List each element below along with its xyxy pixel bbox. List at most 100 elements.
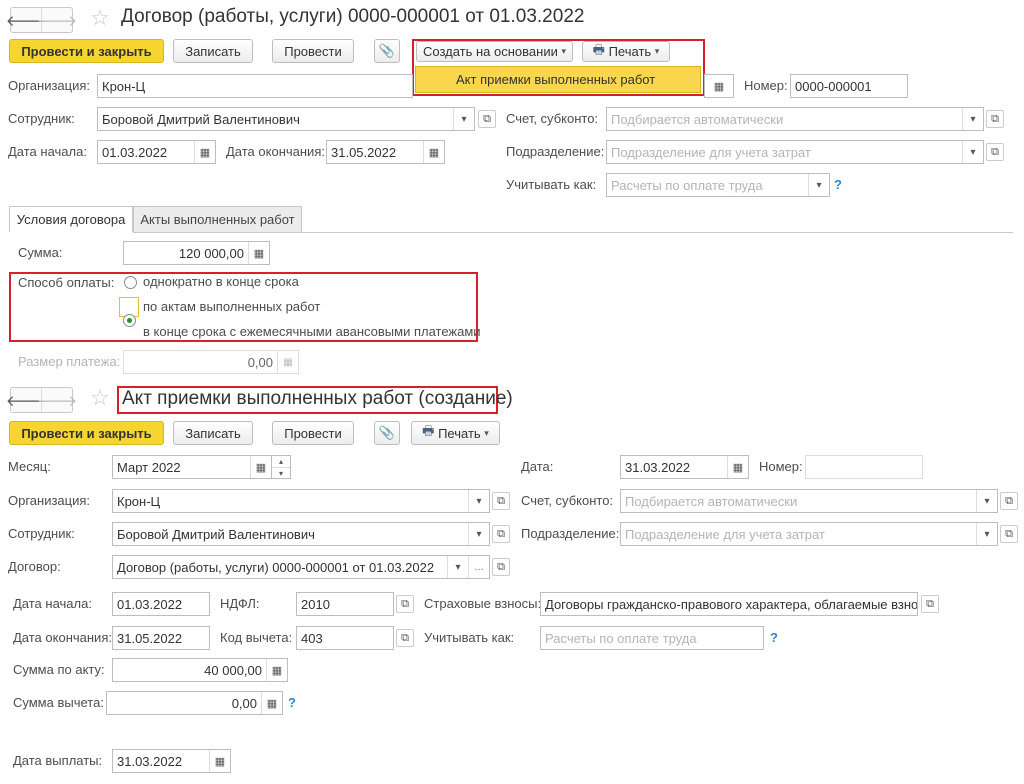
step-down-icon[interactable]: ▾ <box>272 467 290 479</box>
open-icon[interactable]: ⧉ <box>492 525 510 543</box>
step-up-icon[interactable]: ▴ <box>279 456 283 467</box>
open-icon[interactable]: ⧉ <box>921 595 939 613</box>
open-icon[interactable]: ⧉ <box>478 110 496 128</box>
end-date-field[interactable]: 31.05.2022 ▦ <box>326 140 445 164</box>
deduction-sum-value: 0,00 <box>231 695 257 711</box>
start-date-field[interactable]: 01.03.2022 <box>112 592 210 616</box>
chevron-down-icon[interactable]: ▾ <box>447 556 468 578</box>
post-button[interactable]: Провести <box>272 421 354 445</box>
save-button[interactable]: Записать <box>173 39 253 63</box>
print-button[interactable]: 🖶 Печать ▾ <box>411 421 500 445</box>
insurance-field[interactable]: Договоры гражданско-правового характера,… <box>540 592 918 616</box>
org-label: Организация: <box>8 493 91 508</box>
open-icon[interactable]: ⧉ <box>986 143 1004 161</box>
number-field[interactable]: 0000-000001 <box>790 74 908 98</box>
forward-arrow-icon[interactable]: 🡒 <box>37 8 77 32</box>
favorite-star-icon[interactable]: ☆ <box>90 6 110 30</box>
org-field[interactable]: Крон-Ц <box>97 74 413 98</box>
chevron-down-icon[interactable]: ▾ <box>468 490 489 512</box>
number-field[interactable] <box>805 455 923 479</box>
chevron-down-icon[interactable]: ▾ <box>962 141 983 163</box>
chevron-down-icon: ▾ <box>654 46 660 56</box>
chevron-down-icon[interactable]: ▾ <box>468 523 489 545</box>
help-icon[interactable]: ? <box>770 630 778 645</box>
account-field[interactable]: Подбирается автоматически ▾ <box>606 107 984 131</box>
account-field[interactable]: Подбирается автоматически ▾ <box>620 489 998 513</box>
deduction-code-field[interactable]: 403 <box>296 626 394 650</box>
radio-once[interactable] <box>124 276 137 289</box>
ndfl-field[interactable]: 2010 <box>296 592 394 616</box>
post-and-close-button[interactable]: Провести и закрыть <box>9 39 164 63</box>
open-icon[interactable]: ⧉ <box>396 629 414 647</box>
pay-date-field[interactable]: 31.03.2022 ▦ <box>112 749 231 773</box>
calculator-icon[interactable]: ▦ <box>248 242 269 264</box>
consider-field[interactable]: Расчеты по оплате труда ▾ <box>606 173 830 197</box>
employee-field[interactable]: Боровой Дмитрий Валентинович ▾ <box>112 522 490 546</box>
open-icon[interactable]: ⧉ <box>492 492 510 510</box>
dropdown-item-act[interactable]: Акт приемки выполненных работ <box>415 66 701 93</box>
more-icon[interactable]: … <box>468 556 489 578</box>
end-date-field[interactable]: 31.05.2022 <box>112 626 210 650</box>
calendar-icon[interactable]: ▦ <box>194 141 215 163</box>
tab-acts[interactable]: Акты выполненных работ <box>133 206 302 232</box>
sum-label: Сумма: <box>18 245 63 260</box>
favorite-star-icon[interactable]: ☆ <box>90 386 110 410</box>
calculator-icon[interactable]: ▦ <box>266 659 287 681</box>
open-icon[interactable]: ⧉ <box>1000 525 1018 543</box>
open-icon[interactable]: ⧉ <box>492 558 510 576</box>
date-picker[interactable]: ▦ <box>704 74 734 98</box>
save-button[interactable]: Записать <box>173 421 253 445</box>
calculator-icon[interactable]: ▦ <box>261 692 282 714</box>
dept-field[interactable]: Подразделение для учета затрат ▾ <box>606 140 984 164</box>
month-field[interactable]: Март 2022 ▦ <box>112 455 272 479</box>
page-title: Договор (работы, услуги) 0000-000001 от … <box>121 6 585 27</box>
chevron-down-icon[interactable]: ▾ <box>962 108 983 130</box>
forward-arrow-icon[interactable]: 🡒 <box>37 388 77 412</box>
create-based-on-button[interactable]: Создать на основании ▾ <box>416 41 573 62</box>
print-button[interactable]: 🖶 Печать ▾ <box>582 41 670 62</box>
deduction-code-label: Код вычета: <box>220 630 293 645</box>
insurance-label: Страховые взносы: <box>424 596 542 611</box>
open-icon[interactable]: ⧉ <box>986 110 1004 128</box>
attach-paperclip-icon[interactable]: 📎 <box>374 421 400 445</box>
attach-paperclip-icon[interactable]: 📎 <box>374 39 400 63</box>
contract-label: Договор: <box>8 559 61 574</box>
consider-label: Учитывать как: <box>424 630 515 645</box>
tab-contract-terms[interactable]: Условия договора <box>9 206 133 232</box>
post-and-close-button[interactable]: Провести и закрыть <box>9 421 164 445</box>
help-icon[interactable]: ? <box>834 177 842 192</box>
month-stepper[interactable]: ▴ ▾ <box>271 455 291 479</box>
employee-label: Сотрудник: <box>8 111 75 126</box>
dept-label: Подразделение: <box>506 144 605 159</box>
payment-method-label: Способ оплаты: <box>18 275 115 290</box>
chevron-down-icon[interactable]: ▾ <box>808 174 829 196</box>
chevron-down-icon[interactable]: ▾ <box>976 490 997 512</box>
print-label: Печать <box>438 425 481 441</box>
month-value: Март 2022 <box>117 459 181 475</box>
post-button[interactable]: Провести <box>272 39 354 63</box>
dept-field[interactable]: Подразделение для учета затрат ▾ <box>620 522 998 546</box>
open-icon[interactable]: ⧉ <box>1000 492 1018 510</box>
start-date-field[interactable]: 01.03.2022 ▦ <box>97 140 216 164</box>
contract-field[interactable]: Договор (работы, услуги) 0000-000001 от … <box>112 555 490 579</box>
help-icon[interactable]: ? <box>288 695 296 710</box>
calendar-icon[interactable]: ▦ <box>250 456 271 478</box>
chevron-down-icon[interactable]: ▾ <box>976 523 997 545</box>
calendar-icon[interactable]: ▦ <box>423 141 444 163</box>
chevron-down-icon[interactable]: ▾ <box>453 108 474 130</box>
open-icon[interactable]: ⧉ <box>396 595 414 613</box>
sum-field[interactable]: 120 000,00 ▦ <box>123 241 270 265</box>
consider-field[interactable]: Расчеты по оплате труда <box>540 626 764 650</box>
print-label: Печать <box>608 44 652 59</box>
calendar-icon[interactable]: ▦ <box>727 456 748 478</box>
deduction-sum-field[interactable]: 0,00 ▦ <box>106 691 283 715</box>
date-field[interactable]: 31.03.2022 ▦ <box>620 455 749 479</box>
calendar-icon[interactable]: ▦ <box>209 750 230 772</box>
number-label: Номер: <box>759 459 803 474</box>
radio-by-acts[interactable] <box>123 314 136 327</box>
act-sum-field[interactable]: 40 000,00 ▦ <box>112 658 288 682</box>
calendar-icon[interactable]: ▦ <box>705 75 733 97</box>
chevron-down-icon: ▾ <box>561 46 567 56</box>
org-field[interactable]: Крон-Ц ▾ <box>112 489 490 513</box>
employee-field[interactable]: Боровой Дмитрий Валентинович ▾ <box>97 107 475 131</box>
